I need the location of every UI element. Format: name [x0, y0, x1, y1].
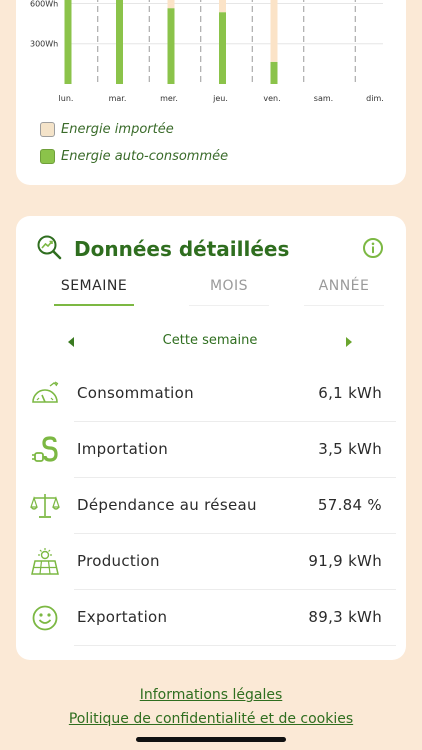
- bar-self-consumed[interactable]: [116, 0, 123, 84]
- tab-month[interactable]: MOIS: [189, 278, 269, 306]
- x-tick-label: mer.: [160, 94, 178, 103]
- y-tick-label: 300Wh: [30, 40, 58, 49]
- detailed-data-card: Données détaillées SEMAINE MOIS ANNÉE Ce…: [16, 216, 406, 660]
- metric-value: 91,9 kWh: [308, 552, 382, 570]
- metric-value: 6,1 kWh: [318, 384, 382, 402]
- legend-label-self-consumed: Energie auto-consommée: [61, 149, 229, 164]
- privacy-policy-link[interactable]: Politique de confidentialité et de cooki…: [0, 711, 422, 727]
- metric-row-consumption: Consommation 6,1 kWh: [16, 366, 406, 422]
- metric-row-production: Production 91,9 kWh: [16, 534, 406, 590]
- metric-row-grid-dependency: Dépendance au réseau 57.84 %: [16, 478, 406, 534]
- metric-label: Importation: [77, 440, 169, 458]
- info-icon: [363, 238, 383, 258]
- legend-swatch-imported: [40, 122, 55, 137]
- gauge-icon: [30, 380, 60, 412]
- metric-value: 3,5 kWh: [318, 440, 382, 458]
- card-header: Données détaillées: [36, 234, 386, 264]
- energy-chart-card: 600Wh 300Wh lun. mar. mer. jeu. ven. sam. dim. E…: [16, 0, 406, 185]
- solar-panel-icon: [30, 548, 60, 580]
- x-tick-label: dim.: [366, 94, 384, 103]
- y-tick-label: 600Wh: [30, 0, 58, 8]
- metric-label: Exportation: [77, 608, 168, 626]
- divider: [74, 645, 396, 646]
- period-label: Cette semaine: [162, 333, 258, 348]
- info-button[interactable]: [362, 237, 384, 263]
- metric-value: 57.84 %: [317, 496, 382, 514]
- x-tick-label: mar.: [109, 94, 127, 103]
- legend-item-self-consumed: Energie auto-consommée: [40, 149, 228, 164]
- metric-label: Production: [77, 552, 160, 570]
- x-tick-label: sam.: [314, 94, 333, 103]
- card-title: Données détaillées: [74, 237, 290, 261]
- next-period-icon[interactable]: [346, 337, 352, 347]
- tab-week[interactable]: SEMAINE: [54, 278, 134, 306]
- metric-row-export: Exportation 89,3 kWh: [16, 590, 406, 646]
- tab-year[interactable]: ANNÉE: [304, 278, 384, 306]
- period-navigator: Cette semaine: [68, 333, 352, 353]
- bar-self-consumed[interactable]: [270, 61, 278, 84]
- smiley-icon: [30, 604, 60, 636]
- legal-info-link[interactable]: Informations légales: [0, 687, 422, 703]
- bar-imported[interactable]: [167, 0, 175, 9]
- scale-icon: [30, 492, 60, 524]
- period-tabs: SEMAINE MOIS ANNÉE: [54, 278, 384, 306]
- chart-search-icon: [36, 234, 62, 264]
- bar-self-consumed[interactable]: [167, 8, 175, 85]
- metric-row-import: Importation 3,5 kWh: [16, 422, 406, 478]
- plug-icon: [30, 436, 60, 468]
- legend-label-imported: Energie importée: [61, 122, 174, 137]
- x-tick-label: jeu.: [212, 94, 228, 103]
- x-tick-label: ven.: [263, 94, 280, 103]
- legend-swatch-self-consumed: [40, 149, 55, 164]
- home-indicator: [136, 737, 286, 742]
- metric-label: Dépendance au réseau: [77, 496, 257, 514]
- legend-item-imported: Energie importée: [40, 122, 174, 137]
- bar-imported[interactable]: [270, 0, 278, 62]
- bar-imported[interactable]: [219, 0, 226, 13]
- x-tick-label: lun.: [59, 94, 74, 103]
- bar-self-consumed[interactable]: [64, 0, 72, 84]
- metric-label: Consommation: [77, 384, 194, 402]
- metric-value: 89,3 kWh: [308, 608, 382, 626]
- bar-self-consumed[interactable]: [219, 12, 226, 84]
